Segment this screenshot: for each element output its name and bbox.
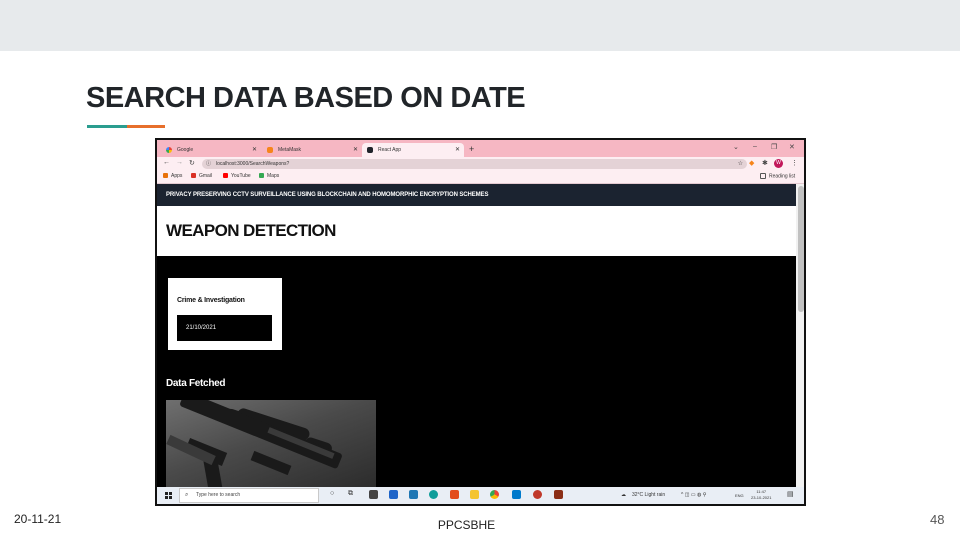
clock[interactable]: 11:47 23-10-2021 [751,489,771,501]
new-tab-button[interactable]: + [469,143,474,155]
reading-list-icon [760,173,766,179]
reading-list[interactable]: Reading list [760,173,795,179]
page-title: WEAPON DETECTION [166,221,336,240]
react-icon [367,147,373,153]
accent-bar-orange [127,125,165,128]
close-icon[interactable]: ✕ [353,143,358,157]
task-view-icon[interactable]: ⧉ [348,490,353,498]
bookmark-youtube[interactable]: YouTube [223,173,251,179]
taskbar-search-input[interactable]: ⌕ Type here to search [179,488,319,503]
vscode-icon[interactable] [512,490,521,499]
edge-icon[interactable] [429,490,438,499]
close-icon[interactable]: ✕ [252,143,257,157]
notification-icon[interactable]: ▤ [787,490,794,498]
bookmark-star-icon[interactable]: ☆ [738,159,743,169]
cortana-icon[interactable]: ○ [330,490,334,497]
date-input[interactable]: 21/10/2021 [177,315,272,341]
url-input[interactable]: ⓘ localhost:3000/SearchWeapons? ☆ [202,159,747,169]
bookmark-apps[interactable]: Apps [163,173,182,179]
apps-grid-icon [163,173,168,179]
metamask-extension-icon[interactable]: ◆ [749,159,754,167]
mail-icon[interactable] [389,490,398,499]
windows-taskbar: ⌕ Type here to search ○ ⧉ ☁ 32°C Light r… [157,487,804,504]
close-icon[interactable]: ✕ [455,143,460,157]
file-explorer-icon[interactable] [470,490,479,499]
reload-icon[interactable]: ↻ [189,159,195,167]
tab-label: MetaMask [278,147,302,153]
bookmark-maps[interactable]: Maps [259,173,279,179]
maps-icon [259,173,264,179]
language-indicator[interactable]: ENG [735,493,744,498]
chrome-profile-icon[interactable] [533,490,542,499]
tab-label: React App [378,147,402,153]
back-icon[interactable]: ← [163,159,170,166]
search-card: Crime & Investigation 21/10/2021 [168,278,282,350]
slide-title: SEARCH DATA BASED ON DATE [86,82,526,114]
menu-kebab-icon[interactable]: ⋮ [791,159,798,167]
tab-bar: Google ✕ MetaMask ✕ React App ✕ + ⌄ – ❐ … [157,140,804,157]
tab-search-chevron-icon[interactable]: ⌄ [733,143,739,151]
avatar[interactable]: W [774,159,783,168]
page-number: 48 [930,512,945,527]
clock-date: 23-10-2021 [751,495,772,500]
section-title: Data Fetched [166,378,226,389]
gmail-icon [191,173,196,179]
rifle-illustration [166,400,342,490]
top-band [0,0,960,51]
extensions-icon[interactable]: ✱ [762,159,768,167]
url-text: localhost:3000/SearchWeapons? [216,161,290,167]
windows-start-icon[interactable] [165,492,172,499]
card-label: Crime & Investigation [177,297,245,304]
google-icon [166,147,172,153]
tab-label: Google [177,147,194,153]
weather-icon: ☁ [621,492,626,498]
app-navbar: PRIVACY PRESERVING CCTV SURVEILLANCE USI… [157,184,796,206]
bookmark-gmail[interactable]: Gmail [191,173,212,179]
store-icon[interactable] [369,490,378,499]
scrollbar[interactable] [796,184,804,487]
tab-metamask[interactable]: MetaMask ✕ [262,143,362,157]
minimize-button[interactable]: – [753,143,757,150]
search-placeholder: Type here to search [196,492,241,498]
youtube-icon [223,173,228,179]
forward-icon[interactable]: → [176,159,183,166]
close-window-button[interactable]: ✕ [789,143,795,151]
tab-google[interactable]: Google ✕ [161,143,261,157]
search-icon: ⌕ [185,492,189,498]
info-icon: ⓘ [206,161,212,167]
browser-screenshot: Google ✕ MetaMask ✕ React App ✕ + ⌄ – ❐ … [155,138,806,506]
scrollbar-thumb[interactable] [798,186,804,312]
tab-react-app[interactable]: React App ✕ [362,143,464,157]
hero-section: WEAPON DETECTION [157,206,796,256]
footer-center: PPCSBHE [437,518,496,532]
address-bar: ← → ↻ ⓘ localhost:3000/SearchWeapons? ☆ … [157,157,804,171]
system-tray-icons[interactable]: ^ ◫ ▭ ◍ ⚲ [681,492,706,498]
metamask-icon [267,147,273,153]
office-icon[interactable] [450,490,459,499]
chrome-icon[interactable] [490,490,499,499]
bookmarks-bar: Apps Gmail YouTube Maps Reading list [157,171,804,184]
weapon-image [166,400,376,490]
maximize-button[interactable]: ❐ [771,143,777,151]
accent-bar-teal [87,125,127,128]
app-icon-photo[interactable] [554,490,563,499]
app-icon-l[interactable] [409,490,418,499]
weather-text: 32°C Light rain [632,492,666,498]
